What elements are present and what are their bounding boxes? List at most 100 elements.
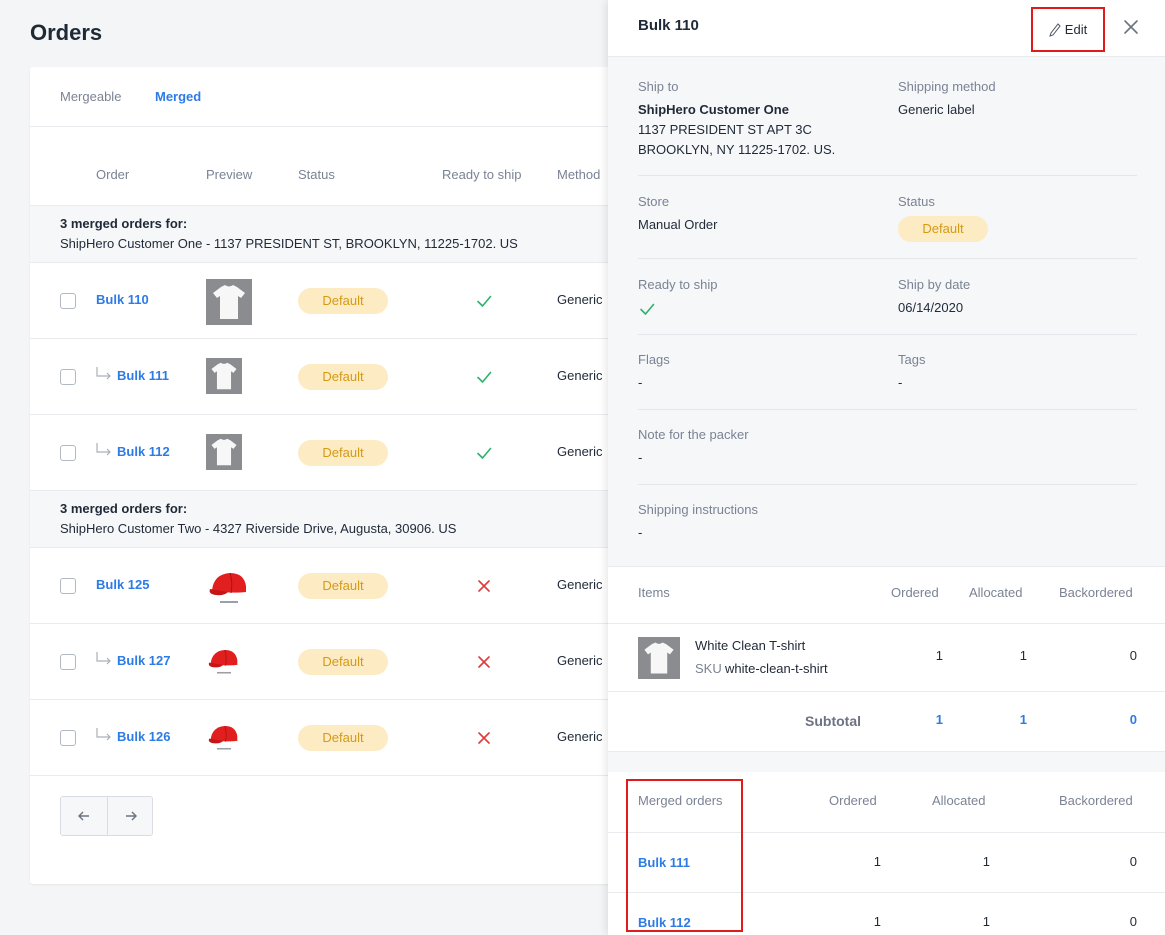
- ordered-column-header: Ordered: [891, 585, 939, 600]
- merge-group-address: ShipHero Customer Two - 4327 Riverside D…: [60, 521, 457, 536]
- merged-backordered: 0: [1129, 914, 1137, 929]
- merged-orders-header: Merged orders Ordered Allocated Backorde…: [608, 772, 1165, 833]
- table-row[interactable]: Bulk 112 Default Generic: [30, 415, 630, 491]
- divider: [638, 409, 1137, 410]
- column-header-ready-to-ship[interactable]: Ready to ship: [442, 167, 522, 182]
- table-row[interactable]: Bulk 125 Default Generic: [30, 548, 630, 624]
- next-page-button[interactable]: [108, 797, 154, 835]
- shipping-method-label: Shipping method: [898, 79, 996, 94]
- tab-mergeable[interactable]: Mergeable: [60, 89, 121, 104]
- tags-label: Tags: [898, 352, 926, 367]
- items-column-header: Items: [638, 585, 670, 600]
- item-name: White Clean T-shirt: [695, 638, 806, 653]
- merged-order-link[interactable]: Bulk 112: [638, 915, 691, 930]
- merged-ordered: 1: [873, 854, 881, 869]
- orders-card: Mergeable Merged Order Preview Status Re…: [30, 67, 630, 884]
- close-icon[interactable]: [1122, 18, 1140, 36]
- page-title: Orders: [30, 20, 103, 45]
- merged-child-arrow-icon: [96, 728, 111, 741]
- ready-to-ship-label: Ready to ship: [638, 277, 718, 292]
- order-link[interactable]: Bulk 110: [96, 292, 149, 307]
- shipping-method: Generic: [557, 577, 603, 592]
- order-link[interactable]: Bulk 112: [117, 444, 170, 459]
- order-link[interactable]: Bulk 125: [96, 577, 149, 592]
- order-link[interactable]: Bulk 126: [117, 729, 170, 744]
- merged-order-link[interactable]: Bulk 111: [638, 855, 690, 870]
- note-for-packer-value: -: [638, 450, 643, 465]
- status-badge: Default: [298, 364, 388, 390]
- table-row[interactable]: Bulk 127 Default Generic: [30, 624, 630, 700]
- tshirt-thumbnail: [206, 358, 242, 394]
- row-checkbox[interactable]: [60, 578, 76, 594]
- ordered-column-header: Ordered: [829, 793, 877, 808]
- merged-order-row[interactable]: Bulk 112 1 1 0: [608, 893, 1165, 935]
- sku-label: SKU: [695, 661, 722, 676]
- row-checkbox[interactable]: [60, 293, 76, 309]
- row-checkbox[interactable]: [60, 369, 76, 385]
- merge-group-address: ShipHero Customer One - 1137 PRESIDENT S…: [60, 236, 518, 251]
- ship-to-name: ShipHero Customer One: [638, 102, 789, 117]
- note-for-packer-label: Note for the packer: [638, 427, 749, 442]
- row-checkbox[interactable]: [60, 445, 76, 461]
- items-table-header: Items Ordered Allocated Backordered: [608, 567, 1165, 624]
- tshirt-thumbnail: [638, 637, 680, 679]
- merged-child-arrow-icon: [96, 367, 111, 380]
- item-allocated: 1: [1019, 648, 1027, 663]
- order-link[interactable]: Bulk 127: [117, 653, 170, 668]
- divider: [638, 484, 1137, 485]
- cross-icon: [478, 732, 490, 744]
- drawer-title: Bulk 110: [638, 17, 699, 34]
- ship-by-date-value: 06/14/2020: [898, 300, 964, 315]
- section-spacer: [608, 752, 1165, 772]
- order-details: Ship to ShipHero Customer One 1137 PRESI…: [608, 57, 1165, 567]
- status-badge: Default: [298, 573, 388, 599]
- ship-to-label: Ship to: [638, 79, 679, 94]
- table-row[interactable]: Bulk 111 Default Generic: [30, 339, 630, 415]
- order-detail-drawer: Bulk 110 Edit Ship to ShipHero Customer …: [608, 0, 1165, 935]
- shipping-method: Generic: [557, 729, 603, 744]
- item-ordered: 1: [935, 648, 943, 663]
- shipping-method-value: Generic label: [898, 102, 975, 117]
- check-icon: [477, 447, 492, 459]
- order-link[interactable]: Bulk 111: [117, 368, 169, 383]
- flags-value: -: [638, 375, 643, 390]
- column-header-status[interactable]: Status: [298, 167, 335, 182]
- check-icon: [640, 303, 655, 315]
- ship-by-date-label: Ship by date: [898, 277, 971, 292]
- red-cap-thumbnail: [208, 725, 238, 750]
- table-row[interactable]: Bulk 110 Default Generic: [30, 263, 630, 339]
- column-header-method[interactable]: Method: [557, 167, 600, 182]
- merge-group-title: 3 merged orders for:: [60, 501, 188, 516]
- merge-group-title: 3 merged orders for:: [60, 216, 188, 231]
- merged-allocated: 1: [982, 854, 990, 869]
- ship-to-address-line1: 1137 PRESIDENT ST APT 3C: [638, 122, 812, 137]
- allocated-column-header: Allocated: [932, 793, 986, 808]
- tab-merged[interactable]: Merged: [155, 89, 201, 104]
- check-icon: [477, 295, 492, 307]
- shipping-method: Generic: [557, 653, 603, 668]
- table-row[interactable]: Bulk 126 Default Generic: [30, 700, 630, 776]
- subtotal-backordered: 0: [1129, 712, 1137, 727]
- merged-orders-column-header: Merged orders: [638, 793, 723, 808]
- allocated-column-header: Allocated: [969, 585, 1023, 600]
- cross-icon: [478, 656, 490, 668]
- check-icon: [477, 371, 492, 383]
- pagination: [60, 796, 153, 836]
- subtotal-label: Subtotal: [805, 713, 861, 729]
- drawer-header: Bulk 110 Edit: [608, 0, 1165, 57]
- merged-child-arrow-icon: [96, 652, 111, 665]
- arrow-left-icon: [78, 811, 89, 821]
- previous-page-button[interactable]: [61, 797, 107, 835]
- subtotal-ordered: 1: [935, 712, 943, 727]
- row-checkbox[interactable]: [60, 654, 76, 670]
- cross-icon: [478, 580, 490, 592]
- merged-order-row[interactable]: Bulk 111 1 1 0: [608, 833, 1165, 893]
- shipping-method: Generic: [557, 444, 603, 459]
- column-header-order[interactable]: Order: [96, 167, 129, 182]
- ship-to-address-line2: BROOKLYN, NY 11225-1702. US.: [638, 142, 836, 157]
- flags-label: Flags: [638, 352, 670, 367]
- edit-label: Edit: [1064, 22, 1088, 37]
- edit-button[interactable]: Edit: [1031, 7, 1105, 52]
- status-badge: Default: [298, 725, 388, 751]
- row-checkbox[interactable]: [60, 730, 76, 746]
